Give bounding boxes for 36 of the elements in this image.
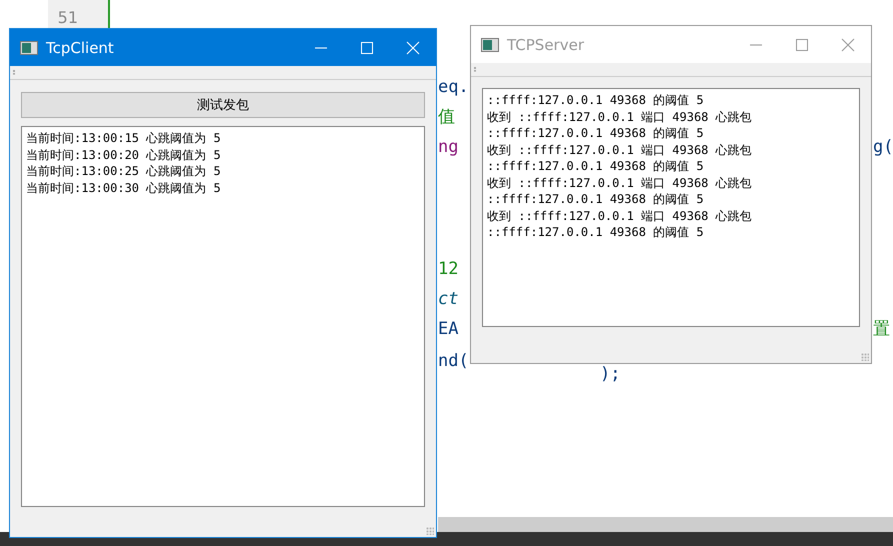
size-grip[interactable] xyxy=(861,353,869,361)
code-text: 值 xyxy=(438,106,455,128)
log-line: 当前时间:13:00:20 心跳阈值为 5 xyxy=(26,146,222,163)
code-text: nd( xyxy=(438,350,469,372)
window-title: TcpClient xyxy=(46,38,115,56)
code-text: 12 xyxy=(438,258,458,280)
send-test-button[interactable]: 测试发包 xyxy=(21,92,425,118)
log-line: ::ffff:127.0.0.1 49368 的阈值 5 xyxy=(487,224,705,240)
window-title: TCPServer xyxy=(507,36,585,54)
log-line: 收到 ::ffff:127.0.0.1 端口 49368 心跳包 xyxy=(487,108,753,125)
log-line: ::ffff:127.0.0.1 49368 的阈值 5 xyxy=(487,92,705,108)
code-text: ); xyxy=(600,363,620,385)
app-icon xyxy=(20,40,38,54)
app-icon xyxy=(481,38,499,52)
code-text: ct xyxy=(438,288,458,310)
line-number: 51 xyxy=(56,9,78,27)
code-text: g( xyxy=(873,136,893,158)
code-text: eq. xyxy=(438,76,469,98)
log-line: 收到 ::ffff:127.0.0.1 端口 49368 心跳包 xyxy=(487,208,753,224)
log-line: ::ffff:127.0.0.1 49368 的阈值 5 xyxy=(487,125,705,142)
log-line: ::ffff:127.0.0.1 49368 的阈值 5 xyxy=(487,191,705,208)
horizontal-scrollbar[interactable] xyxy=(438,517,893,532)
log-text-area[interactable] xyxy=(482,88,860,327)
log-line: 当前时间:13:00:25 心跳阈值为 5 xyxy=(26,163,222,180)
log-line: 收到 ::ffff:127.0.0.1 端口 49368 心跳包 xyxy=(487,174,753,191)
log-line: 收到 ::ffff:127.0.0.1 端口 49368 心跳包 xyxy=(487,142,753,158)
log-line: 当前时间:13:00:30 心跳阈值为 5 xyxy=(26,180,222,196)
log-line: 当前时间:13:00:15 心跳阈值为 5 xyxy=(26,130,222,146)
code-text: ng xyxy=(438,136,458,158)
size-grip[interactable] xyxy=(426,527,434,535)
code-text: EA xyxy=(438,318,458,340)
toolbar-grip[interactable] xyxy=(13,70,17,75)
log-line: ::ffff:127.0.0.1 49368 的阈值 5 xyxy=(487,158,705,174)
code-text: 置 xyxy=(873,318,890,340)
toolbar-grip[interactable] xyxy=(474,67,478,72)
log-text-area[interactable]: 当前时间:13:00:15 心跳阈值为 5 当前时间:13:00:20 心跳阈值为 5 当前时间:13:00:25 心跳阈值为 5 当前时间:13:00:30 心跳阈值为 5 xyxy=(21,126,425,507)
